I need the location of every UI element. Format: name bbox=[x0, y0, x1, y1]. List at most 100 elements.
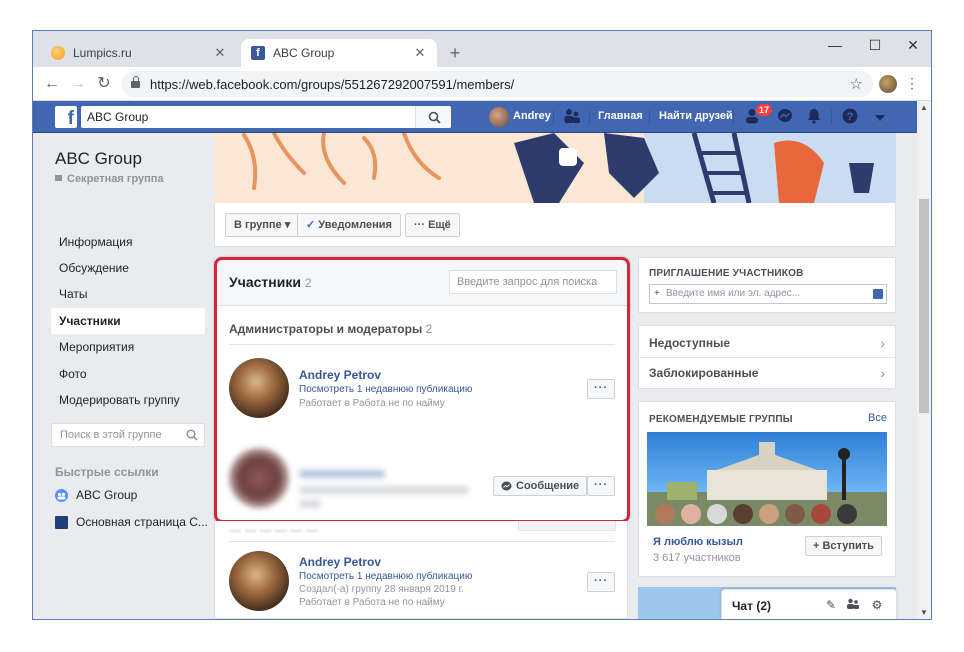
invite-placeholder: Введите имя или эл. адрес... bbox=[666, 288, 801, 299]
nav-item-discussion[interactable]: Обсуждение bbox=[51, 255, 205, 281]
blurred-member-name bbox=[299, 470, 385, 478]
search-icon bbox=[186, 429, 198, 441]
browser-menu-icon[interactable]: ⋮ bbox=[905, 74, 919, 92]
nav-item-info[interactable]: Информация bbox=[51, 229, 205, 255]
message-label: Сообщение bbox=[516, 480, 580, 492]
all-members-title-faded: — — — — — — bbox=[229, 523, 318, 537]
scroll-down-icon[interactable]: ▼ bbox=[917, 608, 931, 617]
more-label: Ещё bbox=[428, 219, 451, 231]
member-avatar-blurred[interactable] bbox=[229, 448, 289, 508]
join-group-button[interactable]: + Вступить bbox=[805, 536, 882, 556]
header-divider bbox=[649, 110, 650, 124]
member-recent-post-link[interactable]: Посмотреть 1 недавнюю публикацию bbox=[299, 571, 472, 582]
chevron-right-icon: › bbox=[880, 365, 885, 381]
minimize-icon[interactable]: — bbox=[825, 37, 845, 53]
chat-label: Чат (2) bbox=[732, 599, 771, 613]
browser-profile-avatar[interactable] bbox=[879, 75, 897, 93]
group-privacy-text: Секретная группа bbox=[67, 173, 164, 185]
tab-abc-group[interactable]: f ABC Group ✕ bbox=[241, 39, 437, 67]
group-cover-photo[interactable] bbox=[214, 133, 896, 203]
user-avatar[interactable] bbox=[489, 107, 509, 127]
joined-dropdown-button[interactable]: В группе ▾ bbox=[225, 213, 300, 237]
group-search-input[interactable]: Поиск в этой группе bbox=[51, 423, 205, 447]
member-more-button[interactable]: ··· bbox=[587, 476, 615, 496]
chevron-down-icon: ▾ bbox=[284, 219, 291, 231]
new-tab-icon[interactable]: + bbox=[445, 43, 465, 63]
facebook-logo-icon[interactable]: f bbox=[55, 106, 77, 128]
group-left-nav: ABC Group Секретная группа Информация Об… bbox=[33, 133, 213, 619]
bookmark-star-icon[interactable]: ☆ bbox=[850, 75, 863, 93]
nav-item-photos[interactable]: Фото bbox=[51, 361, 205, 387]
scrollbar-thumb[interactable] bbox=[919, 199, 929, 413]
invite-members-input[interactable]: + Введите имя или эл. адрес... bbox=[649, 284, 887, 304]
scroll-up-icon[interactable]: ▲ bbox=[917, 103, 931, 112]
friend-requests-badge: 17 bbox=[755, 103, 774, 117]
nav-item-chats[interactable]: Чаты bbox=[51, 281, 205, 307]
tab-bar: Lumpics.ru ✕ f ABC Group ✕ + — ☐ ✕ bbox=[33, 31, 931, 67]
member-name-link[interactable]: Andrey Petrov bbox=[299, 368, 381, 382]
user-profile-link[interactable]: Andrey bbox=[513, 110, 551, 122]
member-name-link[interactable]: Andrey Petrov bbox=[299, 555, 381, 569]
blocked-row[interactable]: Заблокированные › bbox=[639, 358, 895, 388]
see-all-link[interactable]: Все bbox=[868, 412, 887, 424]
plus-icon: + bbox=[654, 288, 660, 299]
recommended-group-member-count: 3 617 участников bbox=[653, 552, 741, 564]
all-members-button-faded[interactable] bbox=[518, 521, 616, 531]
notifications-button[interactable]: ✓ Уведомления bbox=[297, 213, 401, 237]
group-privacy-label: Секретная группа bbox=[55, 173, 164, 185]
tab-lumpics[interactable]: Lumpics.ru ✕ bbox=[41, 39, 237, 67]
unavailable-row[interactable]: Недоступные › bbox=[639, 328, 895, 358]
notifications-bell-icon[interactable] bbox=[805, 108, 823, 126]
tab-close-icon[interactable]: ✕ bbox=[413, 45, 427, 61]
url-text: https://web.facebook.com/groups/55126729… bbox=[150, 76, 515, 92]
recommended-group-name[interactable]: Я люблю кызыл bbox=[653, 536, 743, 548]
members-search-input[interactable]: Введите запрос для поиска bbox=[449, 270, 617, 294]
nav-item-events[interactable]: Мероприятия bbox=[51, 334, 205, 360]
recommended-group-cover[interactable] bbox=[647, 432, 887, 526]
all-members-card: — — — — — — Andrey Petrov Посмотреть 1 н… bbox=[214, 521, 628, 619]
groups-icon[interactable] bbox=[563, 108, 581, 126]
page-scrollbar[interactable]: ▲ ▼ bbox=[917, 101, 931, 619]
reload-icon[interactable]: ↻ bbox=[95, 75, 113, 93]
invite-members-title: ПРИГЛАШЕНИЕ УЧАСТНИКОВ bbox=[649, 268, 804, 279]
account-menu-chevron-icon[interactable] bbox=[871, 108, 889, 126]
find-friends-link[interactable]: Найти друзей bbox=[659, 110, 733, 122]
quick-link-label: ABC Group bbox=[76, 488, 138, 502]
member-more-button[interactable]: ··· bbox=[587, 572, 615, 592]
quick-links-title: Быстрые ссылки bbox=[55, 465, 159, 479]
new-message-icon[interactable]: ✎ bbox=[824, 598, 838, 612]
section-divider bbox=[229, 344, 615, 345]
nav-item-members[interactable]: Участники bbox=[51, 308, 205, 334]
member-avatar[interactable] bbox=[229, 551, 289, 611]
url-field[interactable]: https://web.facebook.com/groups/55126729… bbox=[121, 71, 873, 97]
chat-bar[interactable]: Чат (2) ✎ ⚙ bbox=[721, 589, 897, 619]
back-icon[interactable]: ← bbox=[43, 75, 61, 93]
member-avatar[interactable] bbox=[229, 358, 289, 418]
unavailable-label: Недоступные bbox=[649, 336, 731, 350]
nav-item-moderate[interactable]: Модерировать группу bbox=[51, 387, 205, 413]
home-link[interactable]: Главная bbox=[598, 110, 643, 122]
members-title: Участники 2 bbox=[229, 274, 312, 290]
address-book-icon[interactable] bbox=[873, 289, 883, 299]
facebook-search-input[interactable]: ABC Group bbox=[81, 106, 451, 128]
svg-text:?: ? bbox=[847, 111, 854, 123]
member-recent-post-link[interactable]: Посмотреть 1 недавнюю публикацию bbox=[299, 384, 472, 395]
quick-link-label: Основная страница С... bbox=[76, 515, 208, 529]
tab-close-icon[interactable]: ✕ bbox=[213, 45, 227, 61]
more-button[interactable]: ··· Ещё bbox=[405, 213, 460, 237]
chat-settings-gear-icon[interactable]: ⚙ bbox=[870, 598, 884, 612]
forward-icon[interactable]: → bbox=[69, 75, 87, 93]
facebook-header: f ABC Group Andrey Главная Найти друзей … bbox=[33, 101, 917, 133]
member-more-button[interactable]: ··· bbox=[587, 379, 615, 399]
new-group-chat-icon[interactable] bbox=[846, 598, 860, 612]
message-button[interactable]: Сообщение bbox=[493, 476, 588, 496]
maximize-icon[interactable]: ☐ bbox=[865, 37, 885, 54]
quick-link-main-page[interactable]: Основная страница С... bbox=[55, 515, 208, 529]
quick-link-abc-group[interactable]: ABC Group bbox=[55, 488, 137, 502]
member-created-group-info: Создал(-а) группу 28 января 2019 г. bbox=[299, 584, 464, 595]
group-name[interactable]: ABC Group bbox=[55, 149, 142, 169]
messenger-icon[interactable] bbox=[776, 108, 794, 126]
help-icon[interactable]: ? bbox=[841, 108, 859, 126]
facebook-search-button[interactable] bbox=[415, 106, 451, 128]
close-window-icon[interactable]: ✕ bbox=[903, 37, 923, 54]
